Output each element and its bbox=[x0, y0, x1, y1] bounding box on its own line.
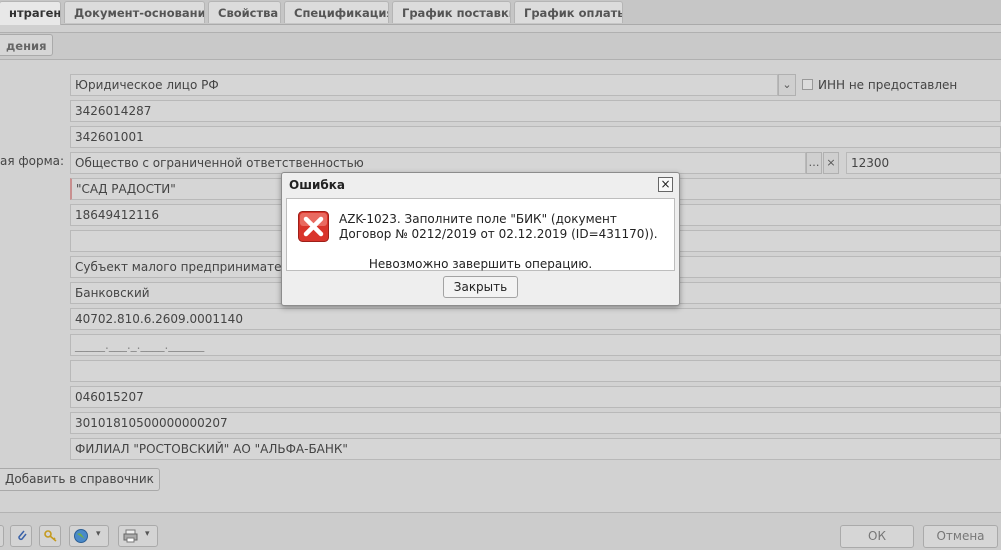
tab-properties[interactable]: Свойства bbox=[208, 1, 281, 23]
printer-icon bbox=[123, 529, 138, 543]
account-mask-field[interactable]: _____.___._.____.______ bbox=[70, 334, 1001, 356]
chevron-down-icon: ⌄ bbox=[782, 78, 792, 91]
legal-form-code-field[interactable]: 12300 bbox=[846, 152, 1001, 174]
empty-field-2[interactable] bbox=[70, 360, 1001, 382]
corr-account-value: 30101810500000000207 bbox=[75, 416, 228, 430]
kpp-value: 342601001 bbox=[75, 130, 144, 144]
kpp-field[interactable]: 342601001 bbox=[70, 126, 1001, 148]
legal-form-field[interactable]: Общество с ограниченной ответственностью bbox=[70, 152, 806, 174]
add-to-directory-button[interactable]: Добавить в справочник bbox=[0, 468, 160, 491]
attach-button[interactable] bbox=[10, 525, 32, 547]
inn-not-provided-checkbox[interactable] bbox=[802, 79, 813, 90]
dialog-close-button[interactable]: × bbox=[658, 177, 673, 192]
chevron-down-icon: ▾ bbox=[145, 529, 150, 539]
tab-document-basis[interactable]: Документ-основание bbox=[64, 1, 205, 23]
globe-menu-button[interactable]: ▾ bbox=[69, 525, 109, 547]
inn-field[interactable]: 3426014287 bbox=[70, 100, 1001, 122]
corr-account-field[interactable]: 30101810500000000207 bbox=[70, 412, 1001, 434]
error-icon bbox=[298, 211, 329, 242]
tab-specification[interactable]: Спецификация bbox=[284, 1, 389, 23]
dialog-message: AZK-1023. Заполните поле "БИК" (документ… bbox=[339, 212, 658, 241]
globe-icon bbox=[74, 529, 88, 543]
dropdown-button[interactable]: ⌄ bbox=[778, 74, 796, 96]
name-value: "САД РАДОСТИ" bbox=[76, 182, 176, 196]
key-icon bbox=[44, 530, 57, 542]
account-number-value: 40702.810.6.2609.0001140 bbox=[75, 312, 243, 326]
ellipsis-icon: … bbox=[808, 156, 820, 169]
legal-form-code-value: 12300 bbox=[851, 156, 890, 170]
cancel-button[interactable]: Отмена bbox=[923, 525, 998, 548]
dialog-close-action-button[interactable]: Закрыть bbox=[443, 276, 518, 298]
ok-button[interactable]: ОК bbox=[840, 525, 914, 548]
tab-label: Свойства bbox=[218, 6, 279, 20]
subtab-details[interactable]: дения bbox=[0, 34, 54, 56]
entity-type-select[interactable]: Юридическое лицо РФ bbox=[70, 74, 778, 96]
bik-value: 046015207 bbox=[75, 390, 144, 404]
close-icon: × bbox=[660, 177, 671, 191]
tab-payment-schedule[interactable]: График оплаты bbox=[514, 1, 623, 23]
dialog-title: Ошибка bbox=[289, 178, 345, 192]
inn-checkbox-label: ИНН не предоставлен bbox=[818, 78, 958, 92]
tab-label: Документ-основание bbox=[74, 6, 205, 20]
tab-label: График поставки bbox=[402, 6, 511, 20]
close-icon: × bbox=[826, 156, 836, 169]
account-mask-value: _____.___._.____.______ bbox=[75, 338, 205, 352]
tab-label: График оплаты bbox=[524, 6, 623, 20]
phone-value: 18649412116 bbox=[75, 208, 159, 222]
clear-button[interactable]: × bbox=[823, 152, 839, 174]
tab-delivery-schedule[interactable]: График поставки bbox=[392, 1, 511, 23]
print-menu-button[interactable]: ▾ bbox=[118, 525, 158, 547]
entity-type-value: Юридическое лицо РФ bbox=[75, 78, 219, 92]
bank-name-value: ФИЛИАЛ "РОСТОВСКИЙ" АО "АЛЬФА-БАНК" bbox=[75, 442, 348, 456]
subtab-bar bbox=[0, 32, 1001, 60]
bank-name-field[interactable]: ФИЛИАЛ "РОСТОВСКИЙ" АО "АЛЬФА-БАНК" bbox=[70, 438, 1001, 460]
tab-kontragent[interactable]: нтрагент bbox=[0, 1, 61, 25]
legal-form-label: ая форма: bbox=[0, 154, 65, 168]
tab-label: Спецификация bbox=[294, 6, 389, 20]
account-type-value: Банковский bbox=[75, 286, 150, 300]
toolbar-button-partial[interactable] bbox=[0, 525, 4, 547]
tab-label: нтрагент bbox=[9, 6, 61, 20]
paperclip-icon bbox=[18, 530, 27, 541]
inn-value: 3426014287 bbox=[75, 104, 152, 118]
legal-form-value: Общество с ограниченной ответственностью bbox=[75, 156, 364, 170]
chevron-down-icon: ▾ bbox=[96, 529, 101, 539]
key-button[interactable] bbox=[39, 525, 61, 547]
bik-field[interactable]: 046015207 bbox=[70, 386, 1001, 408]
dialog-message-secondary: Невозможно завершить операцию. bbox=[368, 257, 593, 271]
select-button[interactable]: … bbox=[806, 152, 822, 174]
account-number-field[interactable]: 40702.810.6.2609.0001140 bbox=[70, 308, 1001, 330]
